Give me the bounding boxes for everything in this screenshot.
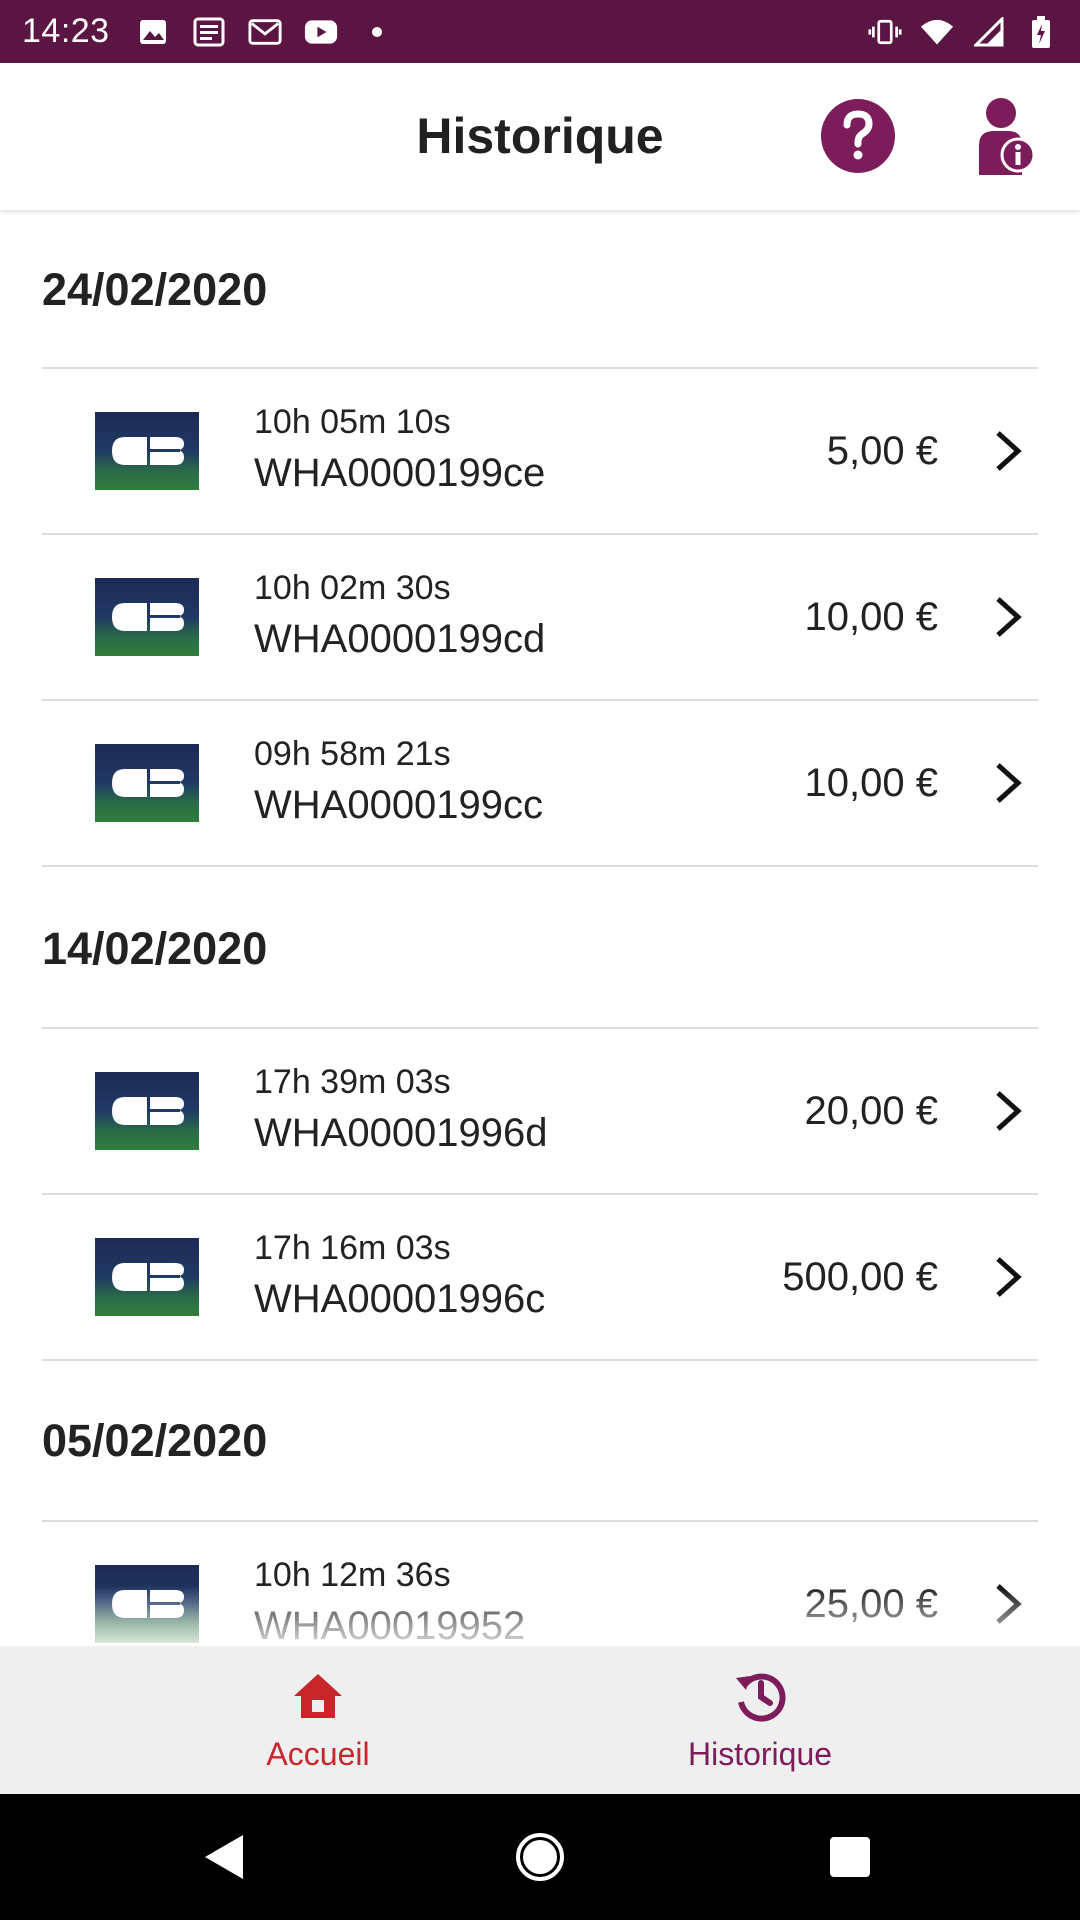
profile-info-button[interactable] bbox=[976, 97, 1036, 177]
nav-accueil-label: Accueil bbox=[266, 1736, 370, 1772]
cb-card-icon bbox=[95, 1565, 199, 1643]
transaction-row[interactable]: 10h 05m 10s WHA0000199ce 5,00 € bbox=[42, 369, 1038, 533]
transaction-id: WHA0000199cc bbox=[254, 783, 544, 827]
transaction-id: WHA00001996c bbox=[254, 1277, 546, 1321]
battery-icon bbox=[1024, 15, 1058, 49]
transaction-time: 10h 12m 36s bbox=[254, 1556, 451, 1594]
nav-historique[interactable]: Historique bbox=[610, 1646, 910, 1794]
back-icon[interactable] bbox=[195, 1827, 255, 1887]
transaction-row[interactable]: 10h 02m 30s WHA0000199cd 10,00 € bbox=[42, 535, 1038, 699]
vibrate-icon bbox=[868, 15, 902, 49]
chevron-right-icon bbox=[996, 763, 1022, 803]
transaction-time: 10h 05m 10s bbox=[254, 403, 451, 441]
transaction-id: WHA0000199cd bbox=[254, 617, 546, 661]
chevron-right-icon bbox=[996, 597, 1022, 637]
transaction-amount: 5,00 € bbox=[826, 429, 938, 473]
image-icon bbox=[136, 15, 170, 49]
divider bbox=[42, 1359, 1038, 1361]
transaction-row[interactable]: 17h 16m 03s WHA00001996c 500,00 € bbox=[42, 1195, 1038, 1359]
transaction-row[interactable]: 10h 12m 36s WHA00019952 25,00 € bbox=[42, 1522, 1038, 1646]
dot-icon bbox=[360, 15, 394, 49]
chevron-right-icon bbox=[996, 1257, 1022, 1297]
recents-icon[interactable] bbox=[820, 1827, 880, 1887]
home-button-icon[interactable] bbox=[510, 1827, 570, 1887]
transaction-time: 17h 39m 03s bbox=[254, 1063, 451, 1101]
status-time: 14:23 bbox=[22, 12, 110, 50]
transaction-row[interactable]: 17h 39m 03s WHA00001996d 20,00 € bbox=[42, 1029, 1038, 1193]
cb-card-icon bbox=[95, 744, 199, 822]
app-bar: Historique bbox=[0, 63, 1080, 210]
transaction-time: 09h 58m 21s bbox=[254, 735, 451, 773]
youtube-icon bbox=[304, 15, 338, 49]
news-icon bbox=[192, 15, 226, 49]
transaction-amount: 10,00 € bbox=[804, 595, 938, 639]
transaction-amount: 500,00 € bbox=[782, 1255, 938, 1299]
date-header: 24/02/2020 bbox=[42, 264, 268, 315]
transaction-time: 17h 16m 03s bbox=[254, 1229, 451, 1267]
system-navigation-bar bbox=[0, 1794, 1080, 1920]
chevron-right-icon bbox=[996, 1584, 1022, 1624]
wifi-icon bbox=[920, 15, 954, 49]
chevron-right-icon bbox=[996, 1091, 1022, 1131]
gmail-icon bbox=[248, 15, 282, 49]
status-bar: 14:23 bbox=[0, 0, 1080, 63]
date-header: 05/02/2020 bbox=[42, 1415, 268, 1466]
cb-card-icon bbox=[95, 1072, 199, 1150]
bottom-navigation: Accueil Historique bbox=[0, 1646, 1080, 1794]
cb-card-icon bbox=[95, 1238, 199, 1316]
system-status-icons bbox=[868, 15, 1058, 49]
page-title: Historique bbox=[416, 108, 664, 164]
transaction-amount: 20,00 € bbox=[804, 1089, 938, 1133]
nav-historique-label: Historique bbox=[687, 1736, 833, 1772]
transaction-amount: 10,00 € bbox=[804, 761, 938, 805]
transaction-id: WHA0000199ce bbox=[254, 451, 546, 495]
history-list[interactable]: 24/02/2020 10h 05m 10s WHA0000199ce 5,00… bbox=[0, 212, 1080, 1646]
transaction-id: WHA00019952 bbox=[254, 1604, 526, 1646]
date-header: 14/02/2020 bbox=[42, 923, 268, 974]
chevron-right-icon bbox=[996, 431, 1022, 471]
help-icon bbox=[843, 110, 873, 160]
signal-icon bbox=[972, 15, 1006, 49]
user-info-icon bbox=[979, 98, 1036, 175]
notification-icons bbox=[136, 15, 394, 49]
divider bbox=[42, 865, 1038, 867]
help-button[interactable] bbox=[821, 99, 895, 173]
transaction-time: 10h 02m 30s bbox=[254, 569, 451, 607]
cb-card-icon bbox=[95, 412, 199, 490]
home-icon bbox=[294, 1674, 342, 1718]
transaction-row[interactable]: 09h 58m 21s WHA0000199cc 10,00 € bbox=[42, 701, 1038, 865]
transaction-amount: 25,00 € bbox=[804, 1582, 938, 1626]
history-icon bbox=[736, 1673, 786, 1722]
transaction-id: WHA00001996d bbox=[254, 1111, 548, 1155]
cb-card-icon bbox=[95, 578, 199, 656]
nav-accueil[interactable]: Accueil bbox=[168, 1646, 468, 1794]
